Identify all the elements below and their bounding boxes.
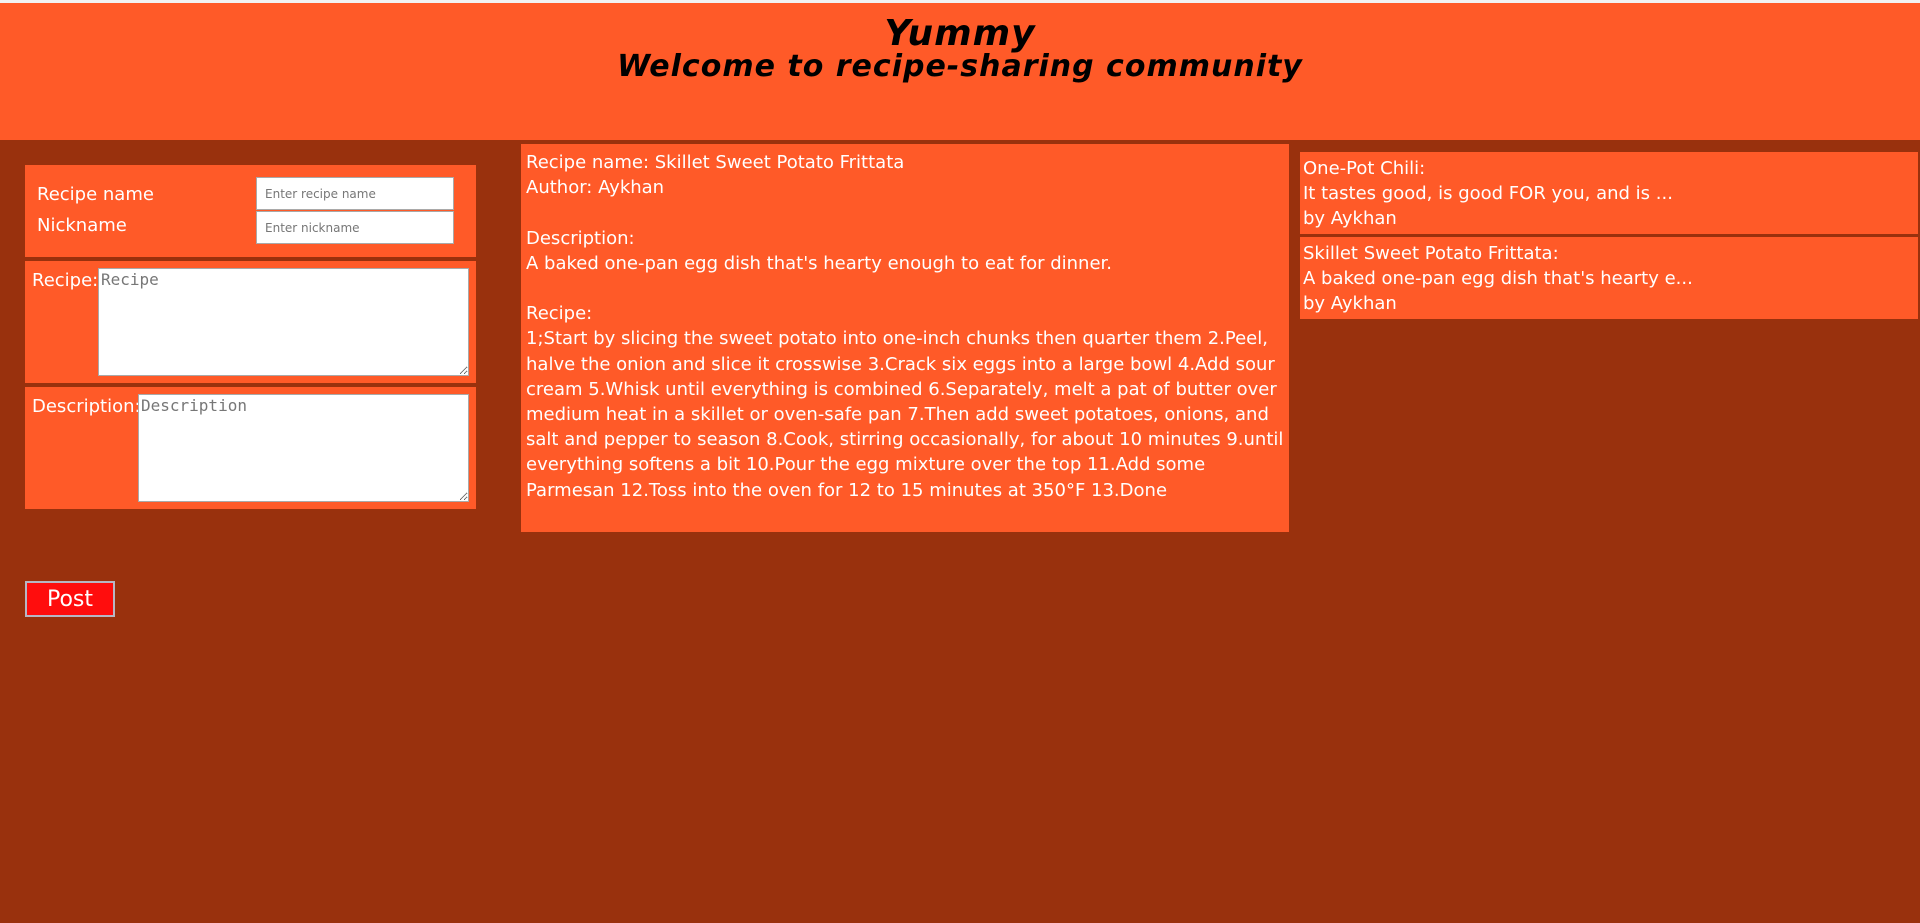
detail-spacer [526,200,1284,225]
detail-recipe-heading: Recipe: [526,303,593,325]
recipe-field-panel: Recipe: [25,261,476,383]
recipe-name-input[interactable] [256,177,454,210]
post-button[interactable]: Post [25,581,115,617]
detail-description-heading: Description: [526,227,635,249]
detail-recipe-text: 1;Start by slicing the sweet potato into… [526,328,1284,501]
recipe-list-item-author: by Aykhan [1303,208,1397,229]
name-fields-panel: Recipe name Nickname [25,165,476,257]
recipe-label: Recipe: [32,270,99,291]
description-field-panel: Description: [25,387,476,509]
recipe-list-item-excerpt: It tastes good, is good FOR you, and is … [1303,183,1673,204]
detail-description-text: A baked one-pan egg dish that's hearty e… [526,252,1112,274]
detail-author: Author: Aykhan [526,177,665,199]
recipe-list-item-author: by Aykhan [1303,293,1397,314]
description-label: Description: [32,396,141,417]
recipe-detail-panel: Recipe name: Skillet Sweet Potato Fritta… [521,144,1289,532]
recipe-name-label: Recipe name [37,184,154,205]
detail-spacer [526,276,1284,301]
recipe-textarea[interactable] [98,268,469,376]
recipe-list-item[interactable]: Skillet Sweet Potato Frittata: A baked o… [1300,237,1918,319]
site-title: Yummy [884,13,1036,54]
nickname-label: Nickname [37,215,127,236]
nickname-input[interactable] [256,211,454,244]
recipe-list-item-title: One-Pot Chili: [1303,158,1426,179]
recipe-list-item-excerpt: A baked one-pan egg dish that's hearty e… [1303,268,1693,289]
detail-recipe-name: Recipe name: Skillet Sweet Potato Fritta… [526,152,905,173]
description-textarea[interactable] [138,394,469,502]
recipe-list-item[interactable]: One-Pot Chili: It tastes good, is good F… [1300,152,1918,234]
site-subtitle: Welcome to recipe-sharing community [617,49,1303,84]
site-header: Yummy Welcome to recipe-sharing communit… [0,3,1920,140]
recipe-list-item-title: Skillet Sweet Potato Frittata: [1303,243,1559,264]
